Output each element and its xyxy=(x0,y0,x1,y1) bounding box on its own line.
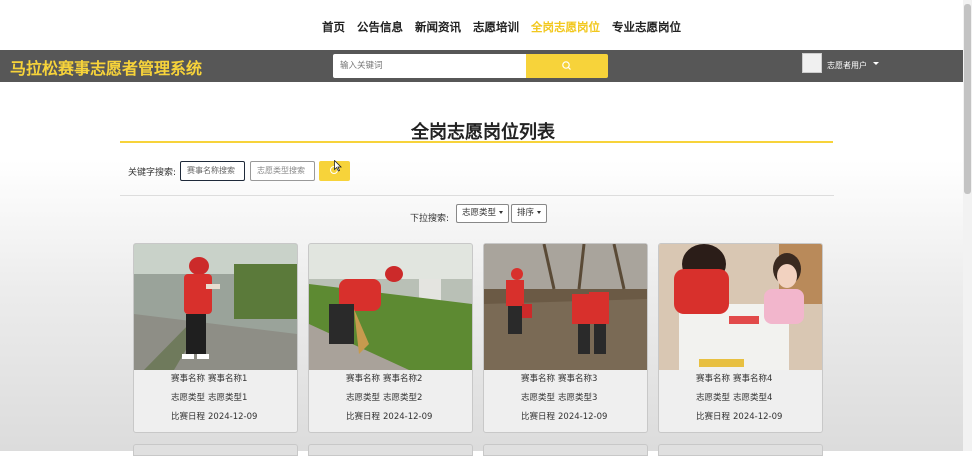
date-value: 2024-12-09 xyxy=(383,412,433,422)
nav-item-news[interactable]: 新闻资讯 xyxy=(415,18,461,36)
nav-item-all-positions[interactable]: 全岗志愿岗位 xyxy=(531,18,600,36)
position-card[interactable]: 赛事名称 赛事名称3 志愿类型 志愿类型3 比赛日程 2024-12-09 xyxy=(483,243,648,433)
date-key: 比赛日程 xyxy=(171,412,206,422)
chevron-down-icon[interactable] xyxy=(873,62,879,65)
date-value: 2024-12-09 xyxy=(558,412,608,422)
position-card[interactable]: 赛事名称 赛事名称1 志愿类型 志愿类型1 比赛日程 2024-12-09 xyxy=(133,243,298,433)
card-type-row: 志愿类型 志愿类型3 xyxy=(484,389,647,408)
nav-item-professional-positions[interactable]: 专业志愿岗位 xyxy=(612,18,681,36)
dropdown-search-label: 下拉搜索: xyxy=(410,214,450,224)
date-key: 比赛日程 xyxy=(346,412,381,422)
volunteer-type-key: 志愿类型 xyxy=(696,393,731,403)
sort-dropdown[interactable]: 排序 xyxy=(511,204,548,223)
search-icon xyxy=(562,61,571,70)
search-input[interactable] xyxy=(333,54,526,78)
card-photo[interactable] xyxy=(484,244,647,370)
chevron-down-icon xyxy=(499,211,504,214)
card-event-row: 赛事名称 赛事名称2 xyxy=(309,370,472,389)
chevron-down-icon xyxy=(537,211,542,214)
date-value: 2024-12-09 xyxy=(208,412,258,422)
card-event-row: 赛事名称 赛事名称3 xyxy=(484,370,647,389)
position-card-next-row[interactable] xyxy=(483,444,648,456)
event-name-value: 赛事名称2 xyxy=(383,374,423,384)
card-date-row: 比赛日程 2024-12-09 xyxy=(309,408,472,427)
header-bar: 马拉松赛事志愿者管理系统 志愿者用户 xyxy=(0,50,963,82)
card-info: 赛事名称 赛事名称1 志愿类型 志愿类型1 比赛日程 2024-12-09 xyxy=(134,370,297,427)
card-photo[interactable] xyxy=(309,244,472,370)
nav-menu: 首页 公告信息 新闻资讯 志愿培训 全岗志愿岗位 专业志愿岗位 xyxy=(316,18,687,36)
keyword-search-label: 关键字搜索: xyxy=(128,168,177,178)
search-button[interactable] xyxy=(526,54,608,78)
position-card[interactable]: 赛事名称 赛事名称4 志愿类型 志愿类型4 比赛日程 2024-12-09 xyxy=(658,243,823,433)
card-date-row: 比赛日程 2024-12-09 xyxy=(659,408,822,427)
card-info: 赛事名称 赛事名称4 志愿类型 志愿类型4 比赛日程 2024-12-09 xyxy=(659,370,822,427)
position-card-next-row[interactable] xyxy=(308,444,473,456)
volunteer-type-value: 志愿类型1 xyxy=(208,393,248,403)
card-info: 赛事名称 赛事名称3 志愿类型 志愿类型3 比赛日程 2024-12-09 xyxy=(484,370,647,427)
nav-item-training[interactable]: 志愿培训 xyxy=(473,18,519,36)
event-name-key: 赛事名称 xyxy=(521,374,556,384)
position-card-next-row[interactable] xyxy=(133,444,298,456)
position-card-next-row[interactable] xyxy=(658,444,823,456)
scrollbar[interactable] xyxy=(963,0,972,451)
event-name-value: 赛事名称1 xyxy=(208,374,248,384)
card-event-row: 赛事名称 赛事名称4 xyxy=(659,370,822,389)
header-search xyxy=(333,54,608,78)
scrollbar-thumb[interactable] xyxy=(964,4,971,194)
card-date-row: 比赛日程 2024-12-09 xyxy=(484,408,647,427)
position-card[interactable]: 赛事名称 赛事名称2 志愿类型 志愿类型2 比赛日程 2024-12-09 xyxy=(308,243,473,433)
card-type-row: 志愿类型 志愿类型4 xyxy=(659,389,822,408)
volunteer-type-key: 志愿类型 xyxy=(346,393,381,403)
sort-dropdown-label: 排序 xyxy=(517,208,535,218)
volunteer-type-key: 志愿类型 xyxy=(521,393,556,403)
card-date-row: 比赛日程 2024-12-09 xyxy=(134,408,297,427)
volunteer-type-value: 志愿类型4 xyxy=(733,393,773,403)
date-key: 比赛日程 xyxy=(521,412,556,422)
nav-item-announcements[interactable]: 公告信息 xyxy=(357,18,403,36)
event-name-key: 赛事名称 xyxy=(171,374,206,384)
volunteer-type-value: 志愿类型2 xyxy=(383,393,423,403)
volunteer-type-dropdown[interactable]: 志愿类型 xyxy=(456,204,510,223)
volunteer-type-value: 志愿类型3 xyxy=(558,393,598,403)
card-info: 赛事名称 赛事名称2 志愿类型 志愿类型2 比赛日程 2024-12-09 xyxy=(309,370,472,427)
user-name[interactable]: 志愿者用户 xyxy=(827,60,867,71)
volunteer-type-dropdown-label: 志愿类型 xyxy=(462,208,497,218)
title-underline xyxy=(120,141,833,143)
event-name-search-input[interactable]: 赛事名称搜索 xyxy=(180,161,245,181)
date-value: 2024-12-09 xyxy=(733,412,783,422)
event-name-key: 赛事名称 xyxy=(346,374,381,384)
card-type-row: 志愿类型 志愿类型1 xyxy=(134,389,297,408)
date-key: 比赛日程 xyxy=(696,412,731,422)
site-title: 马拉松赛事志愿者管理系统 xyxy=(10,59,203,78)
section-divider xyxy=(120,195,834,196)
event-name-value: 赛事名称3 xyxy=(558,374,598,384)
avatar[interactable] xyxy=(802,53,822,73)
mouse-cursor-icon xyxy=(334,159,342,175)
top-nav: 首页 公告信息 新闻资讯 志愿培训 全岗志愿岗位 专业志愿岗位 xyxy=(0,0,972,50)
event-name-key: 赛事名称 xyxy=(696,374,731,384)
card-event-row: 赛事名称 赛事名称1 xyxy=(134,370,297,389)
event-name-value: 赛事名称4 xyxy=(733,374,773,384)
volunteer-type-key: 志愿类型 xyxy=(171,393,206,403)
card-type-row: 志愿类型 志愿类型2 xyxy=(309,389,472,408)
card-photo[interactable] xyxy=(659,244,822,370)
volunteer-type-search-input[interactable]: 志愿类型搜索 xyxy=(250,161,315,181)
nav-item-home[interactable]: 首页 xyxy=(322,18,345,36)
card-photo[interactable] xyxy=(134,244,297,370)
